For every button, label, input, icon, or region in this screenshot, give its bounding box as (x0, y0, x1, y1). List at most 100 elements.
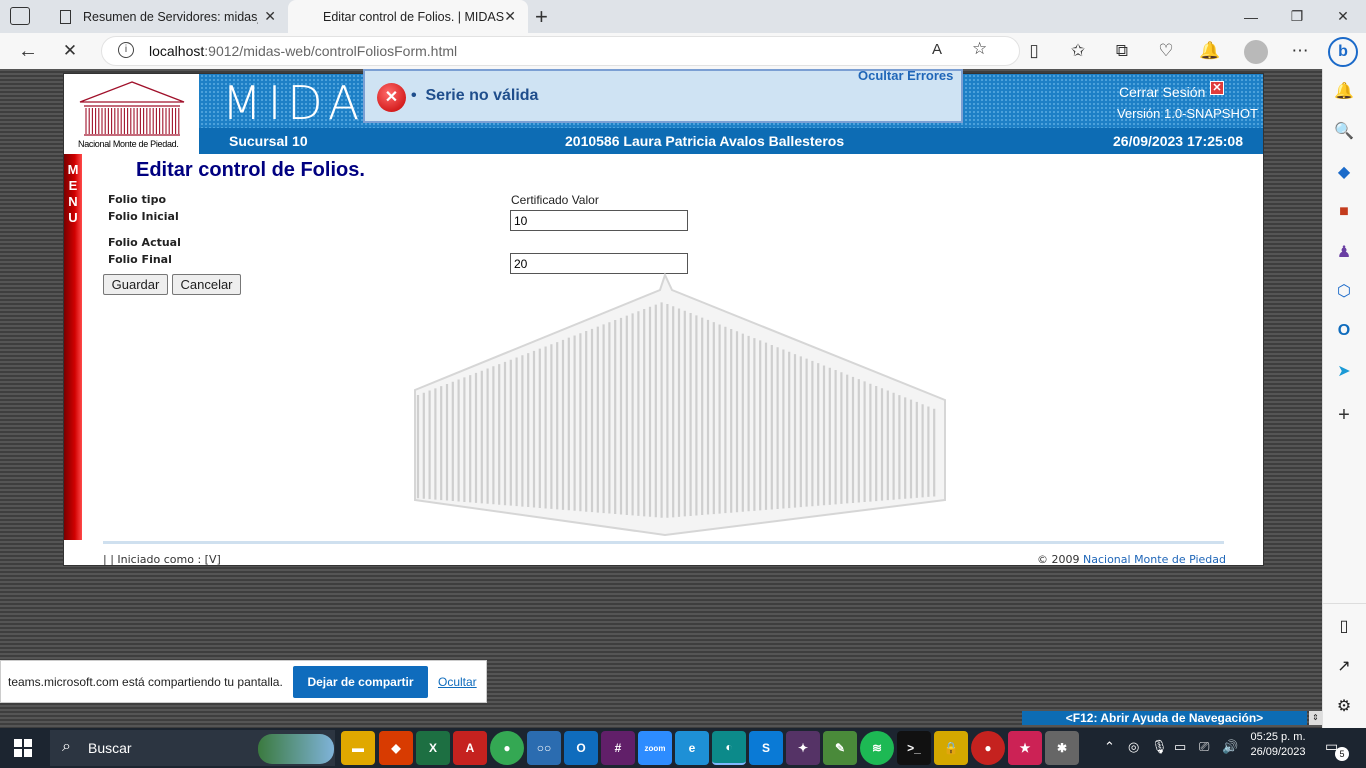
sidebar-tools-icon[interactable]: ■ (1322, 197, 1366, 227)
more-options-icon[interactable]: ⋯ (1282, 33, 1318, 69)
read-aloud-icon[interactable]: A (932, 41, 942, 58)
error-text: Serie no válida (425, 87, 539, 104)
folio-actual-label: Folio Actual (108, 236, 181, 249)
tab-servers[interactable]: Resumen de Servidores: midas_d ✕ (48, 0, 288, 33)
tray-volume-icon[interactable]: 🔊 (1222, 739, 1238, 755)
footer-link[interactable]: Nacional Monte de Piedad (1083, 553, 1226, 566)
folio-tipo-value: Certificado Valor (511, 193, 599, 207)
version-label: Versión 1.0-SNAPSHOT (1117, 106, 1258, 121)
hide-errors-link[interactable]: Ocultar Errores (858, 68, 953, 83)
collections-icon[interactable]: ⧉ (1104, 33, 1140, 69)
logout-close-icon[interactable]: ✕ (1210, 81, 1224, 95)
chrome-icon[interactable]: ● (490, 731, 524, 765)
tray-battery-icon[interactable]: ▭ (1174, 739, 1186, 755)
terminal-icon[interactable]: >_ (897, 731, 931, 765)
excel-icon[interactable]: X (416, 731, 450, 765)
stop-icon[interactable]: ✕ (52, 33, 88, 69)
datetime-label: 26/09/2023 17:25:08 (1113, 133, 1243, 149)
split-screen-icon[interactable]: ▯ (1016, 33, 1052, 69)
hide-share-link[interactable]: Ocultar (438, 675, 477, 689)
skype-icon[interactable]: S (749, 731, 783, 765)
star-app-icon[interactable]: ★ (1008, 731, 1042, 765)
restore-icon[interactable]: ❐ (1274, 0, 1320, 33)
user-label: 2010586 Laura Patricia Avalos Ballestero… (565, 133, 845, 149)
bing-chat-icon[interactable]: b (1328, 37, 1358, 67)
footer-session: | | Iniciado como : [V] (103, 553, 221, 566)
nextcloud-icon[interactable]: ○○ (527, 731, 561, 765)
cancel-button[interactable]: Cancelar (172, 274, 241, 295)
building-logo-icon (79, 81, 185, 136)
chrome-profile-icon[interactable]: ● (971, 731, 1005, 765)
menu-letter: N (68, 194, 78, 209)
clock-date: 26/09/2023 (1250, 746, 1306, 758)
close-window-icon[interactable]: ✕ (1320, 0, 1366, 33)
spotify-icon[interactable]: ≋ (860, 731, 894, 765)
sidebar-add-icon[interactable]: + (1322, 400, 1366, 430)
outlook-icon[interactable]: O (564, 731, 598, 765)
url-field[interactable]: i localhost:9012/midas-web/controlFolios… (101, 36, 1020, 66)
tab-folios[interactable]: Editar control de Folios. | MIDAS ✕ (288, 0, 528, 33)
back-icon[interactable]: ← (10, 33, 46, 69)
logout-link[interactable]: Cerrar Sesión (1119, 84, 1205, 100)
windows-start-icon[interactable] (14, 739, 32, 757)
clock-time: 05:25 p. m. (1250, 731, 1306, 743)
folio-final-label: Folio Final (108, 253, 172, 266)
sidebar-external-icon[interactable]: ↗ (1322, 651, 1366, 681)
help-bar[interactable]: <F12: Abrir Ayuda de Navegación> (1022, 711, 1307, 725)
sidebar-send-icon[interactable]: ➤ (1322, 356, 1366, 386)
info-icon[interactable]: i (118, 42, 134, 58)
sidebar-layout-icon[interactable]: ▯ (1322, 611, 1366, 641)
sidebar-settings-icon[interactable]: ⚙ (1322, 691, 1366, 721)
close-icon[interactable]: ✕ (264, 8, 276, 25)
performance-icon[interactable]: ♡ (1148, 33, 1184, 69)
new-tab-icon[interactable]: + (535, 4, 548, 30)
favorites-icon[interactable]: ✩ (1060, 33, 1096, 69)
acrobat-icon[interactable]: A (453, 731, 487, 765)
tray-mic-icon[interactable]: 🎙 (1151, 739, 1168, 755)
menu-letter: U (68, 210, 78, 225)
app-icon[interactable]: ✦ (786, 731, 820, 765)
sidebar-office-icon[interactable]: ⬡ (1322, 276, 1366, 306)
tray-camera-icon[interactable]: ◎ (1128, 739, 1139, 755)
internet-explorer-icon[interactable]: e (675, 731, 709, 765)
lock-app-icon[interactable]: 🔒 (934, 731, 968, 765)
notepad-icon[interactable]: ✎ (823, 731, 857, 765)
branch-label: Sucursal 10 (229, 133, 308, 149)
zoom-icon[interactable]: zoom (638, 731, 672, 765)
minimize-icon[interactable]: — (1228, 0, 1274, 33)
slack-icon[interactable]: # (601, 731, 635, 765)
search-highlight-icon[interactable] (258, 734, 334, 764)
sidebar-shopping-icon[interactable]: ◆ (1322, 157, 1366, 187)
folio-inicial-input[interactable] (510, 210, 688, 231)
menu-letter: E (68, 178, 78, 193)
file-explorer-icon[interactable]: ▬ (341, 731, 375, 765)
notification-count: 5 (1335, 747, 1349, 761)
stop-sharing-button[interactable]: Dejar de compartir (293, 666, 428, 698)
misc-app-icon[interactable]: ✱ (1045, 731, 1079, 765)
tray-chevron-icon[interactable]: ⌃ (1104, 739, 1115, 755)
profile-avatar[interactable] (1244, 40, 1268, 64)
sidebar-search-icon[interactable]: 🔍 (1322, 116, 1366, 146)
notifications-bell-icon[interactable]: 🔔 (1192, 33, 1228, 69)
tab-actions-icon[interactable] (10, 7, 30, 25)
logo-caption: Nacional Monte de Piedad. (78, 139, 179, 149)
page-icon (60, 9, 71, 24)
favorite-star-icon[interactable]: ☆ (972, 39, 987, 59)
scroll-arrows-icon[interactable]: ⇕ (1309, 711, 1322, 725)
copyright-text: © 2009 (1037, 553, 1080, 566)
save-button[interactable]: Guardar (103, 274, 168, 295)
edge-icon[interactable]: ◐ (712, 731, 746, 765)
sidebar-notify-icon[interactable]: 🔔 (1322, 76, 1366, 106)
tab-label: Resumen de Servidores: midas_d (83, 9, 258, 24)
git-icon[interactable]: ◆ (379, 731, 413, 765)
footer-divider (103, 541, 1224, 544)
folio-inicial-label: Folio Inicial (108, 210, 179, 223)
tray-network-icon[interactable]: ⎚ (1199, 739, 1209, 755)
building-watermark (414, 272, 946, 537)
logout-label: Cerrar Sesión (1119, 84, 1206, 100)
url-host: localhost (149, 43, 205, 59)
sidebar-games-icon[interactable]: ♟ (1322, 237, 1366, 267)
tray-clock[interactable]: 05:25 p. m. 26/09/2023 (1248, 731, 1308, 758)
sidebar-outlook-icon[interactable]: O (1322, 316, 1366, 346)
close-icon[interactable]: ✕ (504, 8, 516, 25)
